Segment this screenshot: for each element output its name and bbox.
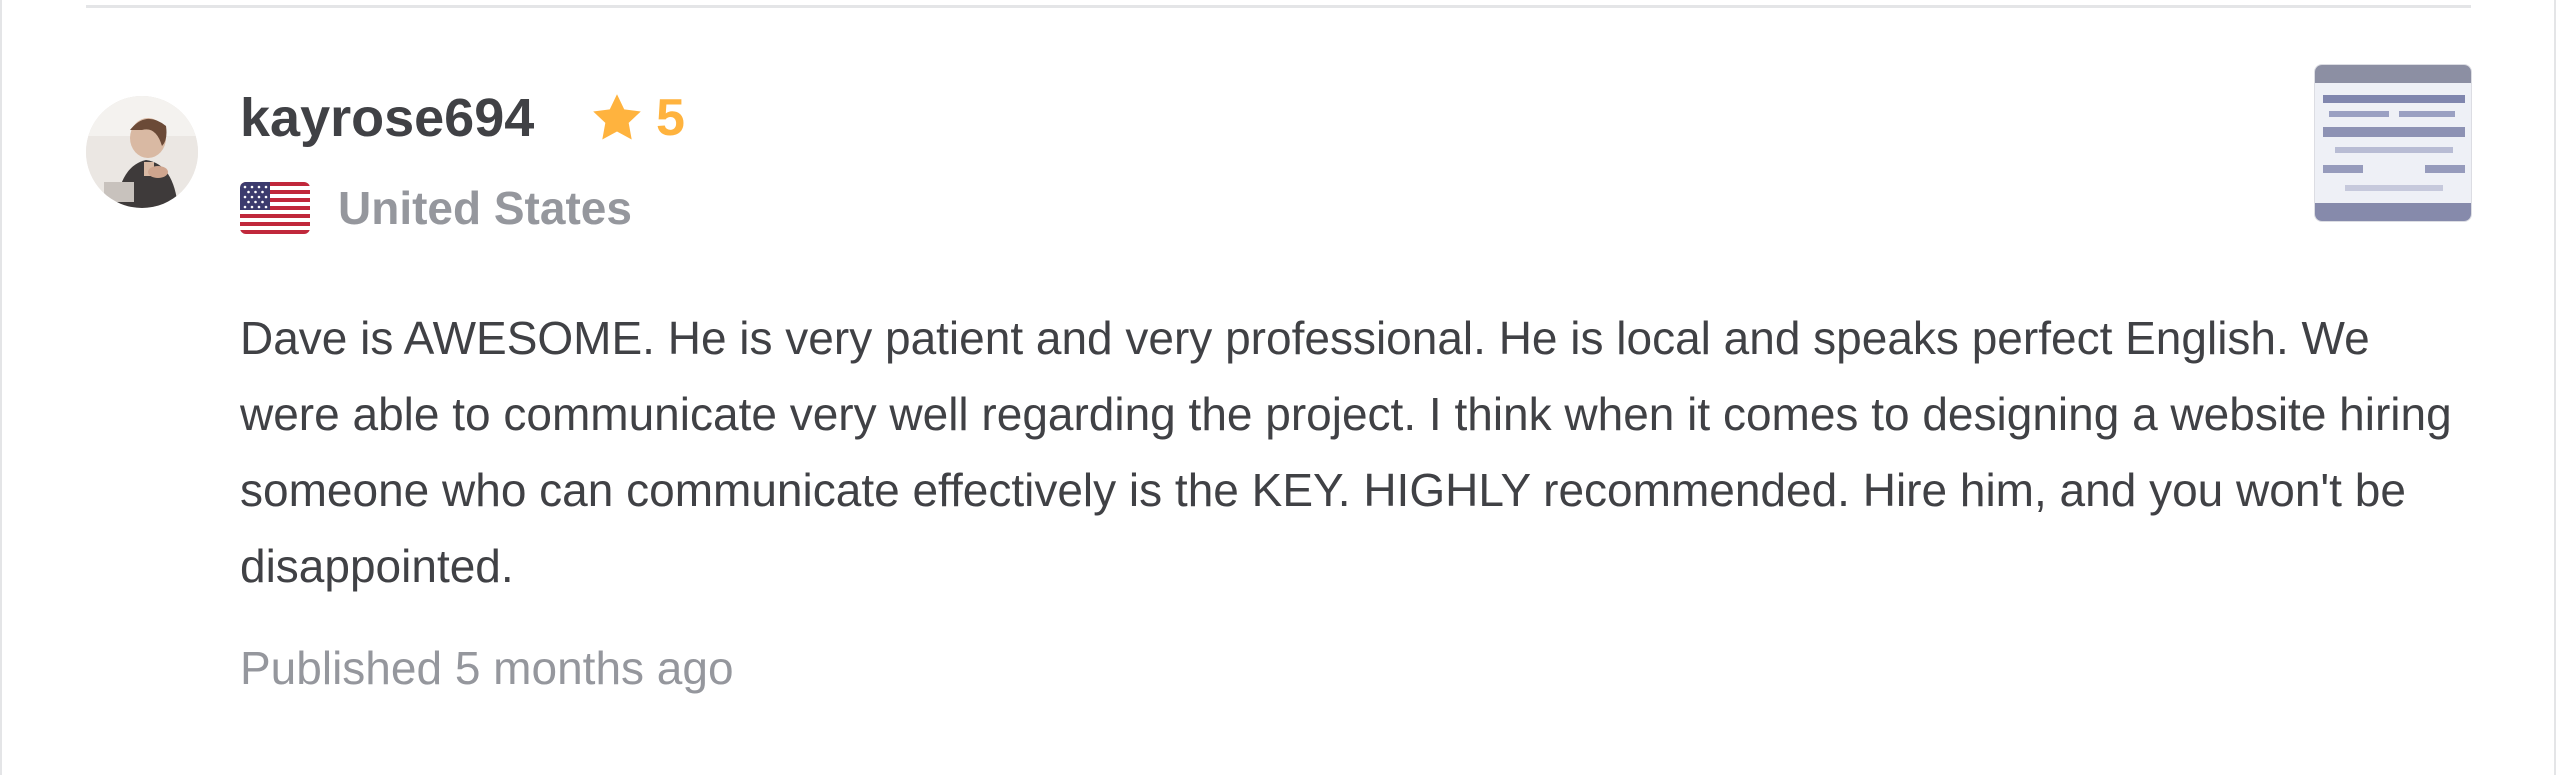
thumbnail-image: [2315, 65, 2471, 221]
review-text: Dave is AWESOME. He is very patient and …: [240, 312, 2452, 592]
rating-value: 5: [656, 89, 685, 147]
reviewer-avatar[interactable]: [86, 96, 198, 208]
reviewer-name[interactable]: kayrose694: [240, 84, 534, 152]
delivery-preview-thumbnail[interactable]: [2314, 64, 2472, 222]
top-divider: [86, 5, 2471, 8]
reviewer-country: United States: [240, 178, 632, 238]
published-date: Published 5 months ago: [240, 642, 734, 694]
avatar-image: [86, 96, 198, 208]
star-icon: [593, 94, 641, 140]
rating: 5: [588, 86, 685, 150]
country-name: United States: [338, 182, 632, 234]
us-flag-icon: [240, 182, 310, 234]
